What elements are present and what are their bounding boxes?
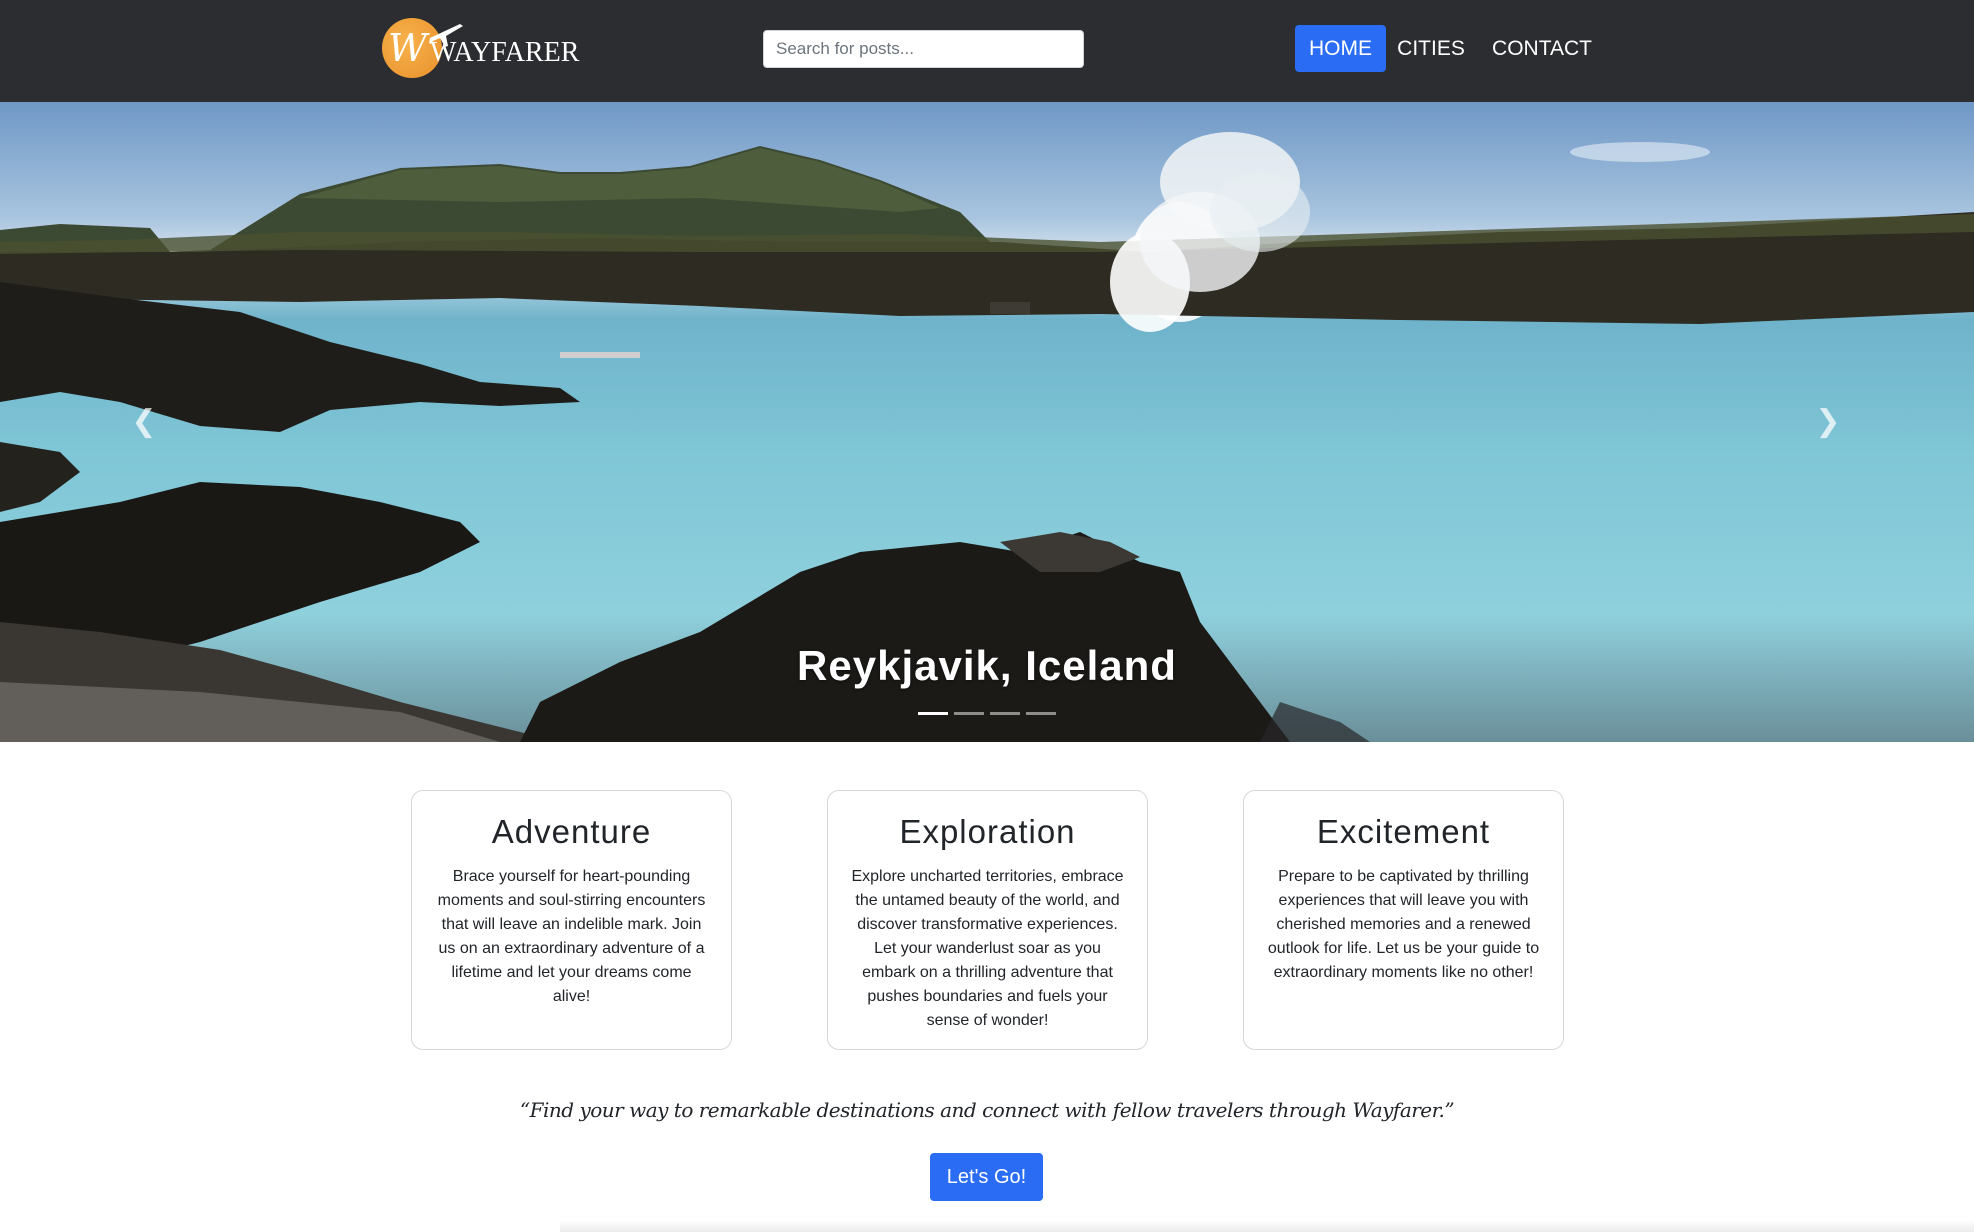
card-title: Excitement [1316, 813, 1491, 850]
carousel-caption: Reykjavik, Iceland [797, 642, 1177, 689]
carousel-indicator-2[interactable] [954, 712, 984, 715]
nav-home[interactable]: HOME [1295, 25, 1386, 72]
chevron-right-icon: ❯ [1815, 405, 1841, 438]
feature-card-exploration: Exploration Explore uncharted territorie… [827, 790, 1148, 1050]
card-title: Exploration [899, 813, 1076, 850]
feature-card-adventure: Adventure Brace yourself for heart-pound… [411, 790, 732, 1050]
footer-shadow [560, 1220, 1974, 1232]
carousel-indicator-4[interactable] [1026, 712, 1056, 715]
carousel-indicators [918, 712, 1056, 715]
lets-go-button[interactable]: Let's Go! [930, 1153, 1043, 1201]
carousel-indicator-3[interactable] [990, 712, 1020, 715]
chevron-left-icon: ❮ [131, 405, 157, 438]
carousel-next-button[interactable]: ❯ [1808, 402, 1848, 442]
carousel-prev-button[interactable]: ❮ [124, 402, 164, 442]
card-text: Prepare to be captivated by thrilling ex… [1267, 868, 1540, 981]
nav-contact[interactable]: CONTACT [1484, 25, 1600, 72]
card-text: Brace yourself for heart-pounding moment… [437, 868, 706, 1005]
navbar: W WAYFARER HOME CITIES CONTACT [0, 0, 1974, 102]
card-title: Adventure [491, 813, 652, 850]
logo-text: WAYFARER [430, 37, 580, 68]
feature-card-excitement: Excitement Prepare to be captivated by t… [1243, 790, 1564, 1050]
search-input[interactable] [763, 30, 1084, 68]
brand-logo[interactable]: W WAYFARER [382, 16, 579, 80]
hero-carousel: ❮ ❯ Reykjavik, Iceland [0, 102, 1974, 742]
tagline-quote: “Find your way to remarkable destination… [519, 1098, 1455, 1122]
nav-cities[interactable]: CITIES [1393, 25, 1469, 72]
card-text: Explore uncharted territories, embrace t… [851, 868, 1124, 1029]
carousel-indicator-1[interactable] [918, 712, 948, 715]
logo-initial: W [388, 26, 428, 70]
